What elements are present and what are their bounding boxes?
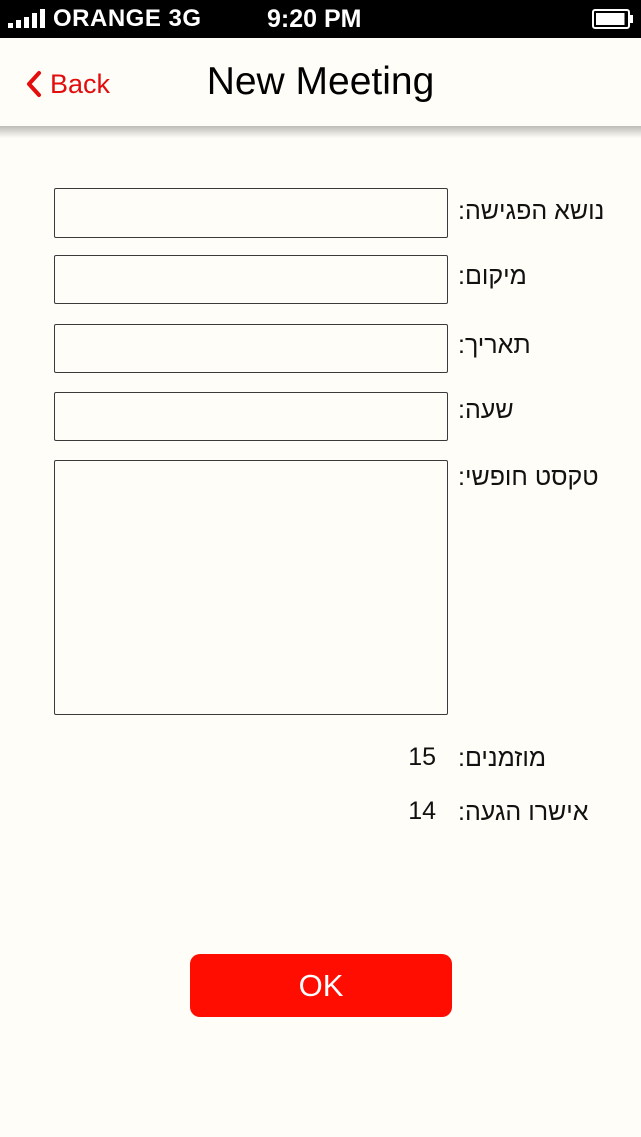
date-input[interactable] xyxy=(54,324,448,373)
location-input[interactable] xyxy=(54,255,448,304)
location-label: מיקום: xyxy=(458,262,527,290)
network-type: 3G xyxy=(168,5,202,32)
time-label: שעה: xyxy=(458,396,514,424)
date-label: תאריך: xyxy=(458,331,531,359)
confirmed-count: 14 xyxy=(408,797,436,825)
confirmed-label: אישרו הגעה: xyxy=(458,798,589,826)
free-text-area[interactable] xyxy=(54,460,448,715)
carrier-name: ORANGE xyxy=(53,5,162,32)
invited-label: מוזמנים: xyxy=(458,744,547,772)
meeting-subject-input[interactable] xyxy=(54,188,448,238)
free-text-label: טקסט חופשי: xyxy=(458,463,599,491)
new-meeting-screen: ORANGE 3G 9:20 PM Back New Meeting נושא … xyxy=(0,0,641,1137)
ok-button[interactable]: OK xyxy=(190,954,452,1017)
nav-divider xyxy=(0,126,641,138)
status-time: 9:20 PM xyxy=(267,5,362,33)
carrier-label: ORANGE 3G xyxy=(53,5,202,33)
navigation-bar: Back New Meeting xyxy=(0,38,641,128)
meeting-subject-label: נושא הפגישה: xyxy=(458,197,605,225)
time-input[interactable] xyxy=(54,392,448,441)
battery-icon xyxy=(592,9,633,29)
page-title: New Meeting xyxy=(206,60,435,103)
signal-strength-icon xyxy=(8,9,45,28)
invited-count: 15 xyxy=(408,743,436,771)
status-bar: ORANGE 3G 9:20 PM xyxy=(0,0,641,38)
